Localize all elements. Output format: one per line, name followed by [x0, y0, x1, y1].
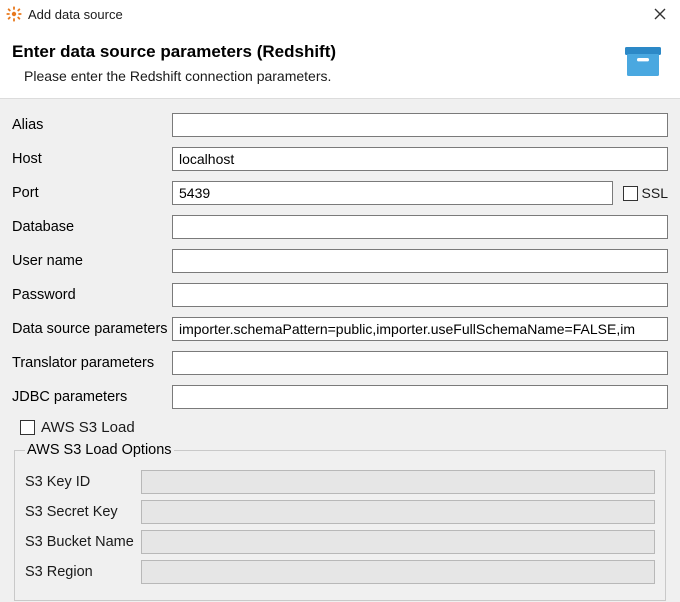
s3-key-id-input: [141, 470, 655, 494]
titlebar: Add data source: [0, 0, 680, 28]
close-button[interactable]: [650, 4, 670, 24]
alias-label: Alias: [12, 117, 172, 133]
password-label: Password: [12, 287, 172, 303]
aws-s3-load-checkbox[interactable]: [20, 420, 35, 435]
aws-s3-options-group: AWS S3 Load Options S3 Key ID S3 Secret …: [14, 442, 666, 601]
jdbc-label: JDBC parameters: [12, 389, 172, 405]
s3-bucket-input: [141, 530, 655, 554]
dialog-title: Add data source: [28, 7, 123, 22]
username-label: User name: [12, 253, 172, 269]
jdbc-input[interactable]: [172, 385, 668, 409]
form-area: Alias Host Port SSL Database User name: [0, 99, 680, 602]
add-data-source-dialog: Add data source Enter data source parame…: [0, 0, 680, 602]
page-subtitle: Please enter the Redshift connection par…: [24, 68, 622, 84]
s3-region-input: [141, 560, 655, 584]
port-input[interactable]: [172, 181, 613, 205]
password-input[interactable]: [172, 283, 668, 307]
host-label: Host: [12, 151, 172, 167]
storage-box-icon: [622, 40, 664, 80]
s3-region-label: S3 Region: [25, 564, 141, 580]
s3-secret-input: [141, 500, 655, 524]
username-input[interactable]: [172, 249, 668, 273]
database-input[interactable]: [172, 215, 668, 239]
alias-input[interactable]: [172, 113, 668, 137]
aws-s3-options-legend: AWS S3 Load Options: [25, 442, 174, 458]
translator-input[interactable]: [172, 351, 668, 375]
s3-secret-label: S3 Secret Key: [25, 504, 141, 520]
dsparams-input[interactable]: [172, 317, 668, 341]
gear-icon: [6, 6, 22, 22]
dsparams-label: Data source parameters: [12, 321, 172, 337]
aws-s3-load-label: AWS S3 Load: [41, 419, 135, 436]
ssl-checkbox[interactable]: [623, 186, 638, 201]
header: Enter data source parameters (Redshift) …: [0, 28, 680, 98]
port-label: Port: [12, 185, 172, 201]
ssl-label: SSL: [642, 185, 668, 201]
s3-bucket-label: S3 Bucket Name: [25, 534, 141, 550]
database-label: Database: [12, 219, 172, 235]
s3-key-id-label: S3 Key ID: [25, 474, 141, 490]
translator-label: Translator parameters: [12, 355, 172, 371]
host-input[interactable]: [172, 147, 668, 171]
page-title: Enter data source parameters (Redshift): [12, 42, 622, 62]
